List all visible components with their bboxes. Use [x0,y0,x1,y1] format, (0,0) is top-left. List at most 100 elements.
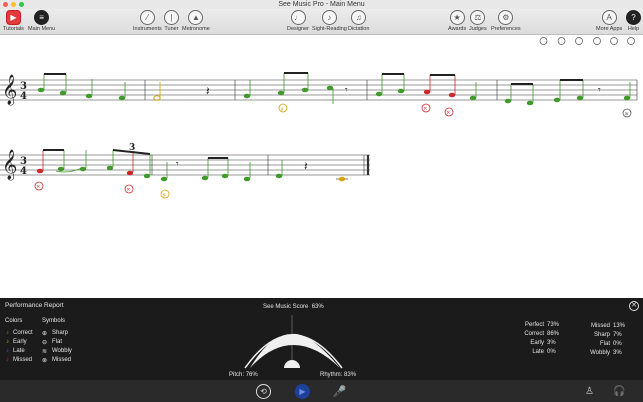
time-signature-bottom-1: 4 [20,91,27,102]
legend-wobbly: Wobbly [52,348,72,354]
report-title: Performance Report [5,302,64,309]
svg-text:𝄾: 𝄾 [176,159,179,170]
display-mode-icon-5[interactable] [610,37,618,45]
sight-reading-icon: ♪ [321,10,337,25]
stat-late-label: Late [532,349,544,355]
note-group-m5: 𝄾 ≋ [504,79,632,118]
stat-perfect-label: Perfect [524,322,544,328]
rhythm-label: Rhythm: 83% [320,372,357,378]
more-apps-icon: A [601,10,617,25]
stat-missed-label: Missed [590,323,610,329]
tutorials-button[interactable]: ▶ Tutorials [3,10,24,32]
tuner-button[interactable]: | Tuner [164,10,179,32]
dictation-icon: ♫ [351,10,367,25]
stat-early-value: 3% [547,340,556,346]
stat-missed-value: 13% [613,323,626,329]
stat-wobbly-label: Wobbly [590,350,610,356]
stat-correct-label: Correct [524,331,544,337]
play-button[interactable]: ▶ [295,384,310,399]
treble-clef-icon-2: 𝄞 [2,149,17,181]
stat-sharp-value: 7% [613,332,622,338]
flat-icon: ⊖ [42,340,48,346]
title-bar: See Music Pro - Main Menu [0,0,643,9]
pitch-value: 76% [245,372,258,378]
legend-late: Late [13,348,25,354]
correct-note-icon: ♪ [6,330,9,336]
note-group-m3: 𝄾 ♯ [243,72,348,113]
svg-text:×: × [447,111,451,117]
singer-icon[interactable]: ♙ [582,384,597,399]
display-mode-icon-6[interactable] [627,37,635,45]
legend-missed-symbol: Missed [52,357,72,363]
close-report-button[interactable]: ✕ [629,301,639,311]
metronome-button[interactable]: ▲ Metronome [182,10,210,32]
headphones-icon[interactable]: 🎧 [612,384,627,399]
svg-text:𝄽: 𝄽 [304,159,308,173]
help-icon: ? [626,10,641,25]
display-mode-icon-1[interactable] [539,37,548,45]
preferences-icon: ⚙ [498,10,514,25]
note-group-m1 [37,73,126,101]
instruments-button[interactable]: ⁄ Instruments [133,10,162,32]
close-window-button[interactable] [3,2,8,7]
colors-heading: Colors [5,318,23,324]
sight-reading-button[interactable]: ♪ Sight-Reading [312,10,347,32]
zoom-window-button[interactable] [19,2,24,7]
svg-text:𝄾: 𝄾 [345,85,348,96]
early-note-icon: ♪ [6,339,9,345]
metronome-icon: ▲ [188,10,204,25]
awards-icon: ★ [449,10,465,25]
judges-icon: ⚖ [470,10,486,25]
svg-text:𝄽: 𝄽 [206,84,210,98]
legend-sharp: Sharp [52,330,69,336]
missed-note-icon: ♪ [6,357,9,363]
designer-button[interactable]: ♩ Designer [287,10,309,32]
svg-text:𝄾: 𝄾 [598,85,601,96]
tuner-icon: | [164,10,179,25]
window-title: See Music Pro - Main Menu [278,1,365,8]
awards-button[interactable]: ★ Awards [448,10,466,32]
staff-1 [0,79,638,101]
more-apps-button[interactable]: A More Apps [596,10,622,32]
designer-icon: ♩ [290,10,306,25]
preferences-button[interactable]: ⚙ Preferences [491,10,521,32]
display-mode-icon-4[interactable] [593,37,601,45]
display-mode-icon-2[interactable] [557,37,566,45]
legend-early: Early [13,339,27,345]
play-icon: ▶ [5,10,21,25]
pitch-label: Pitch: 76% [229,372,258,378]
svg-text:×: × [424,107,428,113]
menu-icon: ≡ [34,10,50,25]
rhythm-value: 83% [344,372,357,378]
judges-button[interactable]: ⚖ Judges [469,10,487,32]
help-button[interactable]: ? Help [626,10,641,32]
sharp-icon: ⊕ [42,331,48,337]
svg-text:≋: ≋ [625,112,629,118]
stat-flat-value: 0% [613,341,622,347]
stat-flat-label: Flat [599,341,610,347]
stat-perfect-value: 73% [547,322,560,328]
dictation-button[interactable]: ♫ Dictation [348,10,369,32]
legend-missed: Missed [13,357,33,363]
triplet-group: 3 × [106,143,151,194]
time-signature-bottom-2: 4 [20,166,27,177]
svg-text:×: × [127,188,131,194]
stat-early-label: Early [530,340,544,346]
symbols-heading: Symbols [42,318,66,324]
legend-flat: Flat [52,339,63,345]
stat-sharp-label: Sharp [593,332,610,338]
wobbly-icon: ≋ [42,349,48,355]
toolbar: ▶ Tutorials ≡ Main Menu ⁄ Instruments | … [0,9,643,35]
score-value: 63% [311,304,324,310]
staff-2 [0,154,370,176]
svg-text:×: × [37,185,41,191]
main-menu-button[interactable]: ≡ Main Menu [28,10,55,32]
record-mic-button[interactable]: 🎤 [332,384,347,399]
display-mode-icon-3[interactable] [575,37,583,45]
music-score: 𝄞 3 4 𝄽 𝄾 ♯ × × 𝄾 ≋ 𝄞 3 4 × 3 × 𝄾 ♯ 𝄽 [0,37,638,199]
instruments-icon: ⁄ [139,10,155,25]
score-label: See Music Score 63% [263,304,324,310]
rewind-button[interactable]: ⟲ [256,384,271,399]
note-group-m7: 𝄾 ♯ [160,157,251,199]
minimize-window-button[interactable] [11,2,16,7]
